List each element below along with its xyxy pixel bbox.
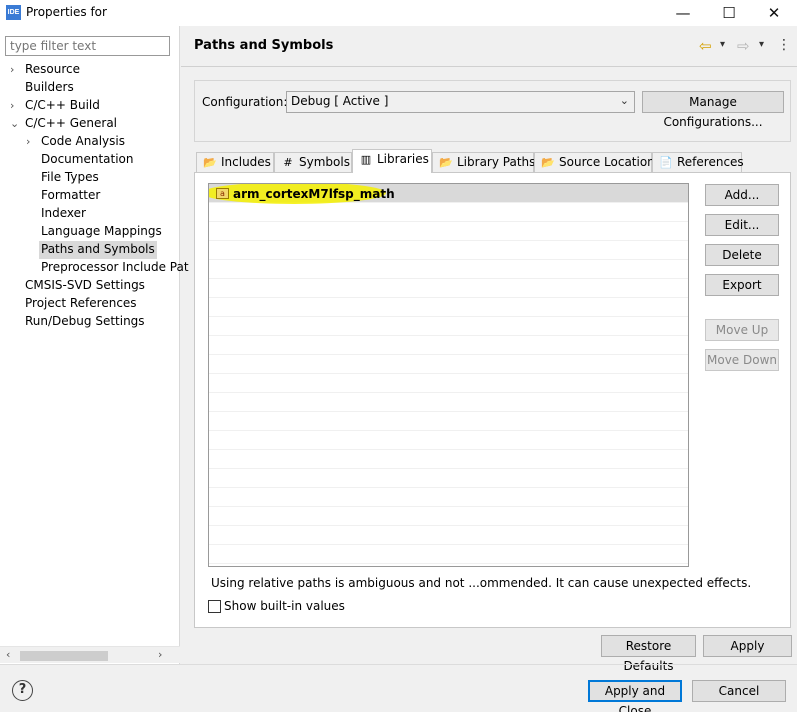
export-button[interactable]: Export xyxy=(705,274,779,296)
restore-defaults-button[interactable]: Restore Defaults xyxy=(601,635,696,673)
empty-row xyxy=(209,241,688,260)
tree-item[interactable]: Run/Debug Settings xyxy=(23,313,147,331)
empty-row xyxy=(209,355,688,374)
empty-row xyxy=(209,222,688,241)
tab-label: Libraries xyxy=(377,152,429,166)
empty-row xyxy=(209,279,688,298)
back-menu-icon[interactable]: ▾ xyxy=(720,39,725,50)
tree-item[interactable]: Formatter xyxy=(39,187,102,205)
tab-library-paths[interactable]: 📂 Library Paths xyxy=(432,152,536,172)
chevron-down-icon: ⌄ xyxy=(619,94,629,107)
app-icon: IDE xyxy=(6,5,21,20)
tree-item[interactable]: Preprocessor Include Pat xyxy=(39,259,191,277)
chevron-right-icon[interactable]: › xyxy=(10,97,14,114)
empty-row xyxy=(209,336,688,355)
hash-icon: # xyxy=(283,156,293,169)
tab-includes[interactable]: 📂 Includes xyxy=(196,152,274,172)
tree-item[interactable]: C/C++ Build xyxy=(23,97,102,115)
tree-item[interactable]: Builders xyxy=(23,79,76,97)
empty-row xyxy=(209,374,688,393)
empty-row xyxy=(209,545,688,564)
configuration-select[interactable]: Debug [ Active ] ⌄ xyxy=(286,91,635,113)
empty-row xyxy=(209,450,688,469)
footer-divider xyxy=(0,664,797,665)
empty-row xyxy=(209,260,688,279)
maximize-button[interactable]: ☐ xyxy=(706,0,752,26)
scrollbar-thumb[interactable] xyxy=(20,651,108,661)
tab-label: References xyxy=(677,155,744,169)
empty-row xyxy=(209,469,688,488)
delete-button[interactable]: Delete xyxy=(705,244,779,266)
tree-item[interactable]: CMSIS-SVD Settings xyxy=(23,277,147,295)
empty-row xyxy=(209,431,688,450)
tab-symbols[interactable]: # Symbols xyxy=(274,152,352,172)
close-button[interactable]: ✕ xyxy=(751,0,797,26)
move-up-button[interactable]: Move Up xyxy=(705,319,779,341)
document-icon: 📄 xyxy=(659,156,673,169)
more-options-icon[interactable]: ⋮ xyxy=(777,37,791,53)
tree-item[interactable]: File Types xyxy=(39,169,101,187)
empty-row xyxy=(209,526,688,545)
tree-item[interactable]: Paths and Symbols xyxy=(39,241,157,259)
chevron-right-icon[interactable]: › xyxy=(26,133,30,150)
libraries-list[interactable]: a arm_cortexM7lfsp_math xyxy=(208,183,689,567)
preferences-tree-pane: › ResourceBuilders › C/C++ Build⌄C/C++ Gene… xyxy=(0,26,189,664)
filter-input[interactable] xyxy=(5,36,170,56)
chevron-down-icon[interactable]: ⌄ xyxy=(10,115,19,132)
back-arrow-icon[interactable]: ⇦ xyxy=(699,37,712,55)
folder-icon: 📂 xyxy=(541,156,555,169)
window-title: Properties for xyxy=(26,5,107,19)
minimize-button[interactable]: — xyxy=(660,0,706,26)
folder-icon: 📂 xyxy=(203,156,217,169)
empty-row xyxy=(209,298,688,317)
tab-label: Library Paths xyxy=(457,155,536,169)
tree-item[interactable]: C/C++ General xyxy=(23,115,119,133)
show-builtin-label[interactable]: Show built-in values xyxy=(224,599,345,613)
forward-arrow-icon[interactable]: ⇨ xyxy=(737,37,750,55)
library-name: arm_cortexM7lfsp_math xyxy=(233,187,395,201)
tree-item[interactable]: Indexer xyxy=(39,205,88,223)
empty-row xyxy=(209,488,688,507)
tab-label: Source Location xyxy=(559,155,655,169)
tab-source-location[interactable]: 📂 Source Location xyxy=(534,152,655,172)
empty-row xyxy=(209,393,688,412)
tree-item[interactable]: Documentation xyxy=(39,151,136,169)
edit-button[interactable]: Edit... xyxy=(705,214,779,236)
show-builtin-checkbox[interactable] xyxy=(208,600,221,613)
title-bar: IDE Properties for — ☐ ✕ xyxy=(0,0,797,26)
empty-row xyxy=(209,412,688,431)
tab-references[interactable]: 📄 References xyxy=(652,152,744,172)
configuration-label: Configuration: xyxy=(202,95,288,109)
scroll-left-icon[interactable]: ‹ xyxy=(6,648,10,661)
add-button[interactable]: Add... xyxy=(705,184,779,206)
tab-libraries[interactable]: ▥ Libraries xyxy=(352,149,432,173)
cancel-button[interactable]: Cancel xyxy=(692,680,786,702)
library-file-icon: a xyxy=(216,188,229,199)
tree-item[interactable]: Resource xyxy=(23,61,82,79)
tree-item[interactable]: Project References xyxy=(23,295,139,313)
move-down-button[interactable]: Move Down xyxy=(705,349,779,371)
empty-row xyxy=(209,317,688,336)
list-item[interactable]: a arm_cortexM7lfsp_math xyxy=(209,184,688,204)
empty-row xyxy=(209,507,688,526)
forward-menu-icon[interactable]: ▾ xyxy=(759,39,764,50)
horizontal-scrollbar[interactable]: ‹ › xyxy=(0,646,180,663)
help-icon[interactable]: ? xyxy=(12,680,33,701)
folder-icon: 📂 xyxy=(439,156,453,169)
relative-path-warning: Using relative paths is ambiguous and no… xyxy=(211,576,752,590)
tree-item[interactable]: Code Analysis xyxy=(39,133,127,151)
tree-item[interactable]: Language Mappings xyxy=(39,223,164,241)
header-divider xyxy=(181,66,797,67)
configuration-value: Debug [ Active ] xyxy=(291,94,389,108)
chevron-right-icon[interactable]: › xyxy=(10,61,14,78)
manage-configurations-button[interactable]: Manage Configurations... xyxy=(642,91,784,129)
tab-label: Includes xyxy=(221,155,271,169)
tab-label: Symbols xyxy=(299,155,350,169)
apply-and-close-button[interactable]: Apply and Close xyxy=(588,680,682,712)
library-icon: ▥ xyxy=(360,153,372,166)
page-title: Paths and Symbols xyxy=(194,38,334,53)
apply-button[interactable]: Apply xyxy=(703,635,792,657)
scroll-right-icon[interactable]: › xyxy=(158,648,162,661)
